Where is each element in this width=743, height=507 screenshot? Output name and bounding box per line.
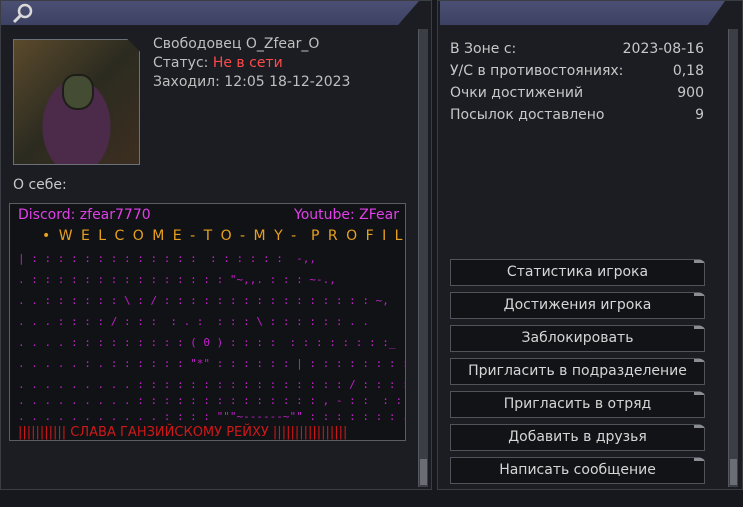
profile-info: Свободовец O_Zfear_O Статус: Не в сети З… bbox=[153, 35, 350, 92]
ascii-art-line: . . . : : : : / : : : : . : : : : \ : : … bbox=[18, 315, 369, 328]
stat-label: У/С в противостояниях: bbox=[450, 63, 624, 79]
about-box: Discord: zfear7770 Youtube: ZFear • W E … bbox=[9, 203, 406, 441]
block-button[interactable]: Заблокировать bbox=[450, 325, 705, 352]
ascii-art-line: . . . . : : : : : : : : : ( 0 ) : : : : … bbox=[18, 336, 396, 349]
ascii-art-line: . . . . . : . : : : : : : "*" : : : : : … bbox=[18, 357, 406, 370]
status-label: Статус: bbox=[153, 55, 213, 71]
discord-text: Discord: zfear7770 bbox=[18, 207, 151, 223]
stat-value: 9 bbox=[695, 107, 704, 123]
profile-scrollbar[interactable] bbox=[418, 29, 428, 487]
player-name: Свободовец O_Zfear_O bbox=[153, 36, 320, 52]
stat-label: В Зоне с: bbox=[450, 41, 517, 57]
invite-to-division-button[interactable]: Пригласить в подразделение bbox=[450, 358, 705, 385]
stat-row-kd: У/С в противостояниях: 0,18 bbox=[450, 60, 704, 82]
scrollbar-thumb[interactable] bbox=[420, 459, 427, 485]
stats-list: В Зоне с: 2023-08-16 У/С в противостояния… bbox=[450, 38, 704, 126]
stats-header-bar bbox=[440, 1, 725, 25]
add-friend-button[interactable]: Добавить в друзья bbox=[450, 424, 705, 451]
scrollbar-thumb[interactable] bbox=[730, 459, 737, 485]
slogan-text: ||||||||||| СЛАВА ГАНЗИЙСКОМУ РЕЙХУ ||||… bbox=[18, 425, 348, 440]
ascii-art-line: . . : : : : : : \ : / : : : : : : : : : … bbox=[18, 294, 389, 307]
player-status: Статус: Не в сети bbox=[153, 54, 350, 73]
status-badge: Не в сети bbox=[212, 55, 283, 71]
player-stats-button[interactable]: Статистика игрока bbox=[450, 259, 705, 286]
stat-label: Очки достижений bbox=[450, 85, 584, 101]
gas-mask-figure bbox=[62, 74, 94, 110]
avatar bbox=[13, 39, 140, 165]
stat-value: 0,18 bbox=[672, 63, 704, 79]
stat-value: 900 bbox=[677, 85, 704, 101]
ascii-art-line: . . . . . . . . . . . : : : : """~------… bbox=[18, 410, 406, 423]
invite-to-squad-button[interactable]: Пригласить в отряд bbox=[450, 391, 705, 418]
ascii-art-line: | : : : : : : : : : : : : : : : : : : : … bbox=[18, 252, 317, 265]
last-seen: Заходил: 12:05 18-12-2023 bbox=[153, 74, 351, 90]
profile-header-bar bbox=[1, 1, 419, 25]
youtube-text: Youtube: ZFear bbox=[294, 207, 399, 223]
stat-row-achievement-points: Очки достижений 900 bbox=[450, 82, 704, 104]
search-icon[interactable] bbox=[11, 2, 35, 24]
stat-row-parcels: Посылок доставлено 9 bbox=[450, 104, 704, 126]
stat-row-zone-since: В Зоне с: 2023-08-16 bbox=[450, 38, 704, 60]
send-message-button[interactable]: Написать сообщение bbox=[450, 457, 705, 484]
profile-panel: Свободовец O_Zfear_O Статус: Не в сети З… bbox=[0, 0, 432, 490]
stat-value: 2023-08-16 bbox=[622, 41, 704, 57]
ascii-art-line: . : : : : : : : : : : : : : : : "~,,. : … bbox=[18, 273, 336, 286]
player-achievements-button[interactable]: Достижения игрока bbox=[450, 292, 705, 319]
about-label: О себе: bbox=[13, 177, 67, 193]
stat-label: Посылок доставлено bbox=[450, 107, 605, 123]
welcome-banner: • W E L C O M E - T O - M Y - P R O F I … bbox=[42, 228, 406, 244]
stats-scrollbar[interactable] bbox=[728, 29, 738, 487]
